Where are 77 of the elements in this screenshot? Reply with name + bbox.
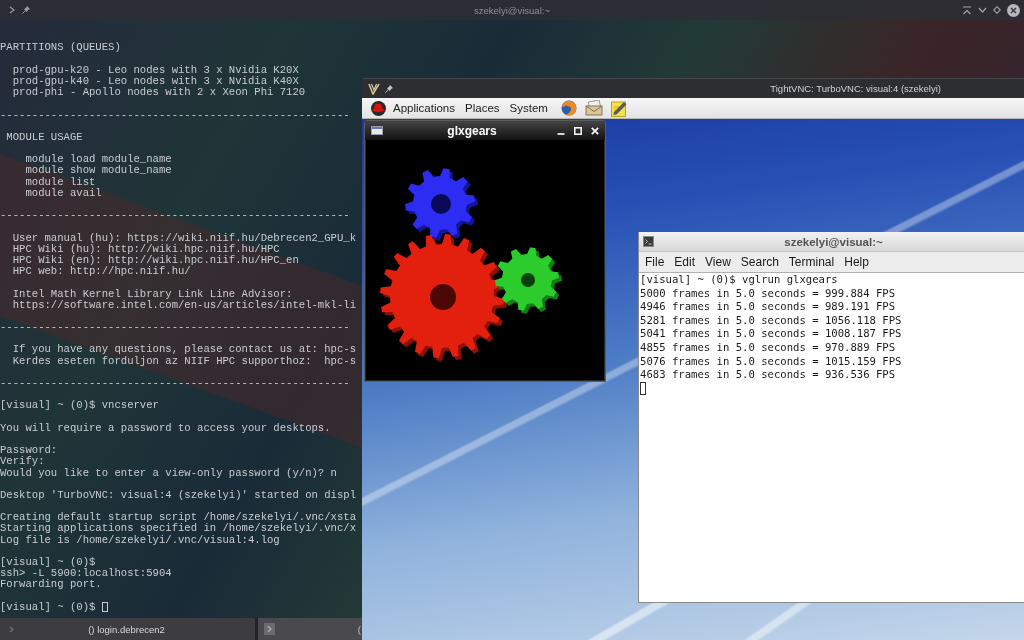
app-icon[interactable]: [368, 82, 380, 95]
terminal-line: -------------------------------------------------------: [0, 378, 350, 390]
hat-icon[interactable]: [370, 100, 387, 116]
menu-item[interactable]: Terminal: [783, 255, 840, 269]
menu-item[interactable]: Places: [460, 98, 505, 118]
menu-item[interactable]: System: [504, 98, 553, 118]
terminal-tab[interactable]: (: [258, 618, 362, 640]
terminal-line: HPC web: http://hpc.niif.hu/: [11, 266, 191, 278]
terminal-line: Log file is /home/szekelyi/.vnc/visual:4.log: [0, 534, 280, 546]
close-icon[interactable]: [591, 126, 599, 135]
globe-icon[interactable]: [560, 100, 577, 116]
window-title: szekelyi@visual:~: [474, 4, 550, 16]
terminal-line: prod-gpu-k20 - Leo nodes with 3 x Nvidia K20X: [11, 64, 299, 76]
terminal-line: [visual] ~ (0)$ vncserver: [0, 400, 159, 412]
terminal-line: Starting applications specified in /home/szekelyi/.vnc/x: [0, 523, 356, 535]
terminal-line: module load module_name: [24, 154, 172, 166]
terminal-icon[interactable]: [643, 236, 654, 247]
terminal-line: Would you like to enter a view-only password (y/n)? n: [0, 467, 337, 479]
terminal-line: Password:: [0, 445, 58, 457]
close-icon[interactable]: [1007, 3, 1020, 17]
terminal-line: module avail: [24, 187, 102, 200]
terminal-line: -------------------------------------------------------: [0, 322, 350, 334]
window-title: TightVNC: TurboVNC: visual:4 (szekelyi): [770, 83, 942, 94]
terminal-line: -------------------------------------------------------: [0, 210, 350, 222]
terminal-line: Creating default startup script /home/szekelyi/.vnc/xsta: [0, 512, 356, 524]
terminal-line: prod-gpu-k40 - Leo nodes with 3 x Nvidia K40X: [11, 75, 299, 88]
terminal-line: Verify:: [0, 456, 45, 468]
diamond-icon[interactable]: [993, 6, 1001, 14]
pin-icon[interactable]: [385, 84, 393, 93]
terminal-line: MODULE USAGE: [5, 131, 83, 144]
block-cursor-icon: [101, 602, 108, 613]
terminal-line: module list: [24, 176, 96, 188]
notepad-icon[interactable]: [610, 99, 628, 117]
terminal-line: HPC Wiki (en): http://wiki.hpc.niif.hu/HPC_en: [11, 254, 299, 267]
window-title: glxgears: [446, 123, 498, 138]
terminal-line: 5281 frames in 5.0 seconds = 1056.118 FPS: [640, 313, 902, 328]
maximize-icon[interactable]: [574, 126, 582, 135]
terminal-line: Desktop 'TurboVNC: visual:4 (szekelyi)' started on displ: [0, 489, 356, 502]
terminal-line: module show module_name: [24, 165, 172, 177]
terminal-line: [visual] ~ (0)$ vglrun glxgears: [640, 273, 838, 287]
terminal-line: You will require a password to access your desktops.: [0, 422, 331, 434]
menu-item[interactable]: Search: [735, 255, 784, 269]
terminal-line: 5041 frames in 5.0 seconds = 1008.187 FPS: [640, 327, 902, 341]
window-title: szekelyi@visual:~: [784, 235, 883, 248]
terminal-line: 5076 frames in 5.0 seconds = 1015.159 FPS: [640, 354, 902, 369]
terminal-line: 4855 frames in 5.0 seconds = 970.889 FPS: [640, 340, 896, 355]
terminal-line: ssh> -L 5900:localhost:5904: [0, 568, 172, 580]
chevron-up-icon[interactable]: [962, 5, 972, 15]
terminal-line: 4683 frames in 5.0 seconds = 936.536 FPS: [640, 368, 896, 382]
terminal-line: Intel Math Kernel Library Link Line Advisor:: [11, 288, 293, 300]
menu-item[interactable]: Edit: [669, 255, 701, 269]
terminal-line: 5000 frames in 5.0 seconds = 999.884 FPS: [640, 286, 896, 301]
terminal-line: If you have any questions, please contact us at: hpc-s: [11, 344, 356, 356]
terminal-line: https://software.intel.com/en-us/articles/intel-mkl-li: [11, 299, 356, 311]
chevron-right-icon[interactable]: [9, 6, 15, 14]
terminal-tab[interactable]: () login.debrecen2: [0, 618, 255, 640]
terminal-line: 4946 frames in 5.0 seconds = 989.191 FPS: [640, 300, 896, 314]
terminal-line: HPC Wiki (hu): http://wiki.hpc.niif.hu/HPC: [11, 243, 280, 255]
terminal-line: Forwarding port.: [0, 579, 102, 591]
terminal-line: [visual] ~ (0)$: [0, 557, 96, 569]
menu-item[interactable]: Help: [839, 255, 874, 269]
terminal-line: prod-phi - Apollo nodes with 2 x Xeon Phi 7120: [11, 87, 306, 99]
chevron-right-icon: [9, 625, 14, 633]
window-icon[interactable]: [371, 126, 383, 135]
pin-icon[interactable]: [22, 6, 30, 14]
terminal-line: [visual] ~ (0)$: [0, 601, 96, 613]
mail-icon[interactable]: [584, 100, 603, 116]
chevron-down-icon[interactable]: [978, 7, 987, 13]
terminal-line: -------------------------------------------------------: [0, 109, 350, 121]
menu-item[interactable]: File: [640, 255, 670, 269]
terminal-line: User manual (hu): https://wiki.niif.hu/Debrecen2_GPU_k: [11, 232, 356, 244]
block-cursor-icon: [640, 382, 646, 396]
menu-item[interactable]: View: [700, 255, 736, 269]
terminal-line: Kerdes eseten forduljon az NIIF HPC supporthoz: hpc-s: [11, 355, 356, 367]
menu-item[interactable]: Applications: [388, 98, 460, 118]
terminal-line: PARTITIONS (QUEUES): [0, 42, 121, 54]
chevron-right-icon: [264, 623, 275, 635]
